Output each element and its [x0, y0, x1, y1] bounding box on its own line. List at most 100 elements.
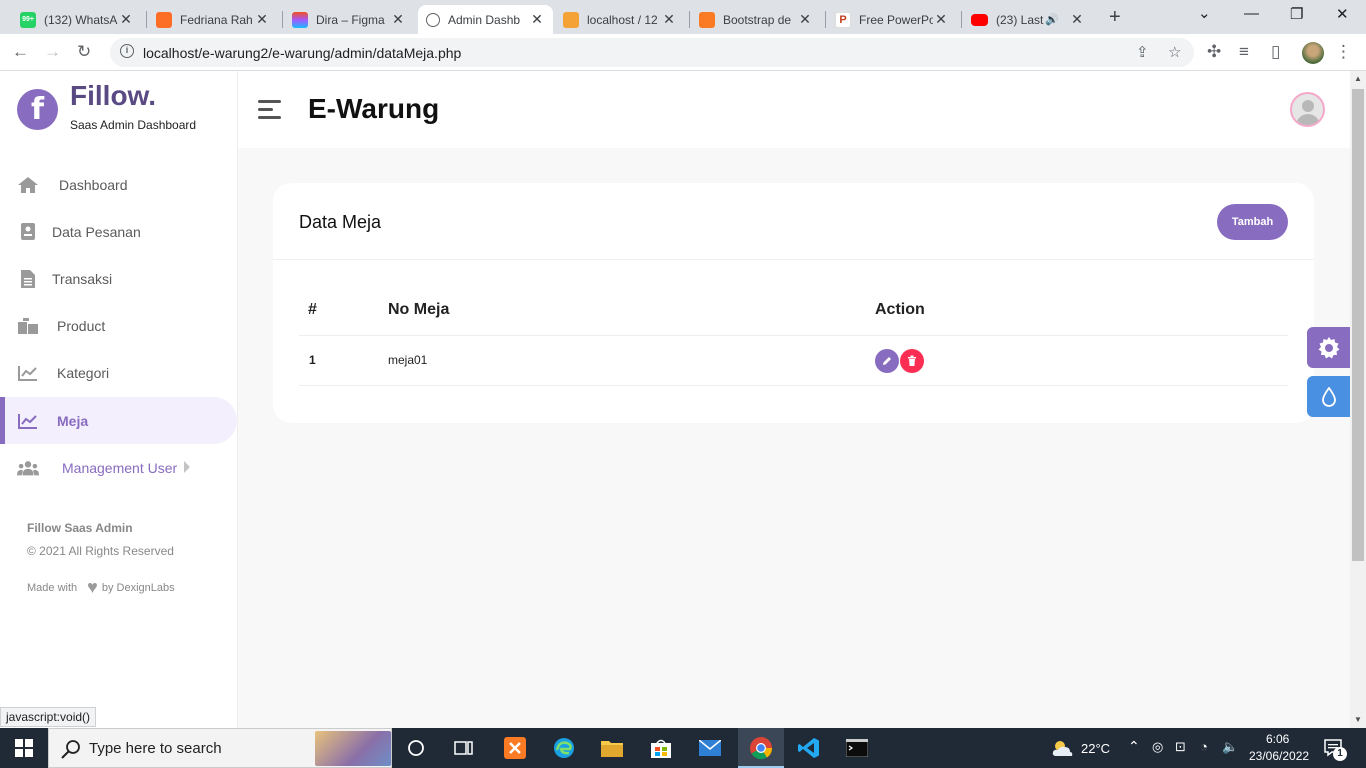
- box-icon: [17, 316, 39, 336]
- tab-youtube[interactable]: (23) Last 🔊 ✕: [963, 5, 1093, 34]
- footer-copyright: © 2021 All Rights Reserved: [27, 544, 174, 558]
- chrome-app-icon[interactable]: [749, 736, 773, 760]
- scrollbar-thumb[interactable]: [1352, 89, 1364, 561]
- cortana-icon[interactable]: [404, 736, 428, 760]
- tab-search-icon[interactable]: ⌄: [1198, 4, 1211, 22]
- chevron-right-icon[interactable]: [184, 461, 190, 473]
- tab-whatsapp[interactable]: 99+ (132) WhatsA ✕: [12, 5, 142, 34]
- taskbar-search-box[interactable]: Type here to search: [48, 728, 392, 768]
- browser-toolbar: ← → ↻ i localhost/e-warung2/e-warung/adm…: [0, 34, 1366, 71]
- search-highlight-image[interactable]: [315, 731, 391, 766]
- browser-profile-avatar[interactable]: [1302, 42, 1324, 64]
- users-icon: [17, 458, 39, 478]
- forward-button[interactable]: →: [44, 42, 61, 62]
- task-view-icon[interactable]: [452, 736, 476, 760]
- sidebar-item-meja[interactable]: Meja: [0, 397, 237, 444]
- close-icon[interactable]: ✕: [1069, 11, 1085, 28]
- new-tab-button[interactable]: +: [1109, 6, 1121, 29]
- tab-figma[interactable]: Dira – Figma ✕: [284, 5, 414, 34]
- brand-name[interactable]: Fillow.: [70, 80, 156, 112]
- gitlab-icon: [156, 11, 172, 28]
- reload-button[interactable]: ↻: [77, 42, 91, 62]
- microsoft-store-icon[interactable]: [649, 736, 673, 760]
- tab-bootstrap[interactable]: Bootstrap de ✕: [691, 5, 821, 34]
- column-header-no-meja: No Meja: [388, 301, 450, 318]
- close-icon[interactable]: ✕: [390, 11, 406, 28]
- minimize-button[interactable]: —: [1244, 5, 1259, 22]
- edge-browser-icon[interactable]: [552, 736, 576, 760]
- water-drop-icon: [1321, 386, 1336, 407]
- theme-color-button[interactable]: [1307, 376, 1350, 417]
- xampp-app-icon[interactable]: [503, 736, 527, 760]
- clock-date[interactable]: 23/06/2022: [1249, 749, 1309, 763]
- tab-gitlab[interactable]: Fedriana Rah ✕: [148, 5, 278, 34]
- sidebar-item-kategori[interactable]: Kategori: [0, 349, 238, 396]
- sidebar-item-management-user[interactable]: Management User: [0, 444, 238, 491]
- home-icon: [17, 175, 39, 195]
- user-avatar[interactable]: [1290, 92, 1325, 127]
- brand-logo[interactable]: f: [17, 89, 58, 130]
- network-ethernet-icon[interactable]: ⊡: [1175, 739, 1186, 755]
- bookmark-star-icon[interactable]: ☆: [1168, 43, 1181, 61]
- scroll-down-icon[interactable]: ▼: [1354, 715, 1362, 724]
- side-panel-icon[interactable]: ▯: [1271, 42, 1280, 62]
- media-control-icon[interactable]: ≡: [1239, 42, 1249, 62]
- url-text[interactable]: localhost/e-warung2/e-warung/admin/dataM…: [143, 45, 461, 61]
- notification-badge: 1: [1333, 747, 1347, 761]
- close-icon[interactable]: ✕: [118, 11, 134, 28]
- sidebar-item-transaksi[interactable]: Transaksi: [0, 255, 238, 302]
- heart-icon: ♥: [87, 577, 98, 597]
- wifi-icon[interactable]: ◔: [1200, 739, 1208, 754]
- extensions-icon[interactable]: ✣: [1207, 42, 1221, 62]
- p-letter-icon: P: [835, 11, 851, 28]
- chart-line-icon: [17, 363, 39, 383]
- close-window-button[interactable]: ✕: [1336, 5, 1349, 23]
- page-scrollbar[interactable]: ▲ ▼: [1350, 71, 1366, 728]
- tab-phpmyadmin[interactable]: localhost / 12 ✕: [555, 5, 685, 34]
- card-title: Data Meja: [299, 212, 382, 232]
- windows-start-icon[interactable]: [12, 736, 36, 760]
- share-icon[interactable]: ⇪: [1136, 43, 1149, 61]
- tab-admin-dashboard[interactable]: Admin Dashb ✕: [418, 5, 553, 34]
- chrome-menu-icon[interactable]: ⋮: [1335, 42, 1352, 62]
- terminal-icon[interactable]: [845, 736, 869, 760]
- address-bar[interactable]: i localhost/e-warung2/e-warung/admin/dat…: [110, 38, 1194, 67]
- table-row-divider: [299, 385, 1288, 386]
- close-icon[interactable]: ✕: [797, 11, 813, 28]
- close-icon[interactable]: ✕: [529, 11, 545, 28]
- add-button[interactable]: Tambah: [1217, 204, 1288, 240]
- info-icon[interactable]: i: [120, 44, 134, 58]
- temperature-text[interactable]: 22°C: [1081, 741, 1110, 756]
- tab-powerpoint[interactable]: P Free PowerPo ✕: [827, 5, 957, 34]
- mail-icon[interactable]: [698, 736, 722, 760]
- table-cell-no-meja: meja01: [388, 353, 428, 367]
- vscode-icon[interactable]: [797, 736, 821, 760]
- restore-button[interactable]: ❐: [1290, 5, 1303, 23]
- weather-icon[interactable]: [1050, 736, 1074, 760]
- scroll-up-icon[interactable]: ▲: [1354, 74, 1362, 83]
- brand-subtitle: Saas Admin Dashboard: [70, 118, 197, 132]
- close-icon[interactable]: ✕: [933, 11, 949, 28]
- sidebar-item-product[interactable]: Product: [0, 302, 238, 349]
- close-icon[interactable]: ✕: [254, 11, 270, 28]
- file-explorer-icon[interactable]: [600, 736, 624, 760]
- hamburger-menu-icon[interactable]: [258, 100, 281, 120]
- data-meja-card: Data Meja Tambah # No Meja Action 1 meja…: [273, 183, 1314, 423]
- meet-now-icon[interactable]: ◎: [1152, 739, 1163, 755]
- settings-gear-button[interactable]: [1307, 327, 1350, 368]
- clipboard-icon: [17, 222, 39, 242]
- chevron-up-icon[interactable]: ⌃: [1128, 738, 1140, 755]
- page-title: E-Warung: [308, 93, 440, 124]
- edit-button[interactable]: [875, 349, 899, 373]
- clock-time[interactable]: 6:06: [1266, 732, 1289, 746]
- xampp-icon: [699, 11, 715, 28]
- volume-icon[interactable]: 🔈: [1222, 739, 1238, 755]
- windows-taskbar: Type here to search 22°C ⌃ ◎ ⊡ ◔ 🔈 6:06 …: [0, 728, 1366, 768]
- close-icon[interactable]: ✕: [661, 11, 677, 28]
- globe-icon: [426, 12, 440, 27]
- speaker-icon[interactable]: 🔊: [1045, 13, 1059, 26]
- sidebar-item-data-pesanan[interactable]: Data Pesanan: [0, 208, 238, 255]
- delete-button[interactable]: [900, 349, 924, 373]
- sidebar-item-dashboard[interactable]: Dashboard: [0, 161, 238, 208]
- back-button[interactable]: ←: [12, 42, 29, 62]
